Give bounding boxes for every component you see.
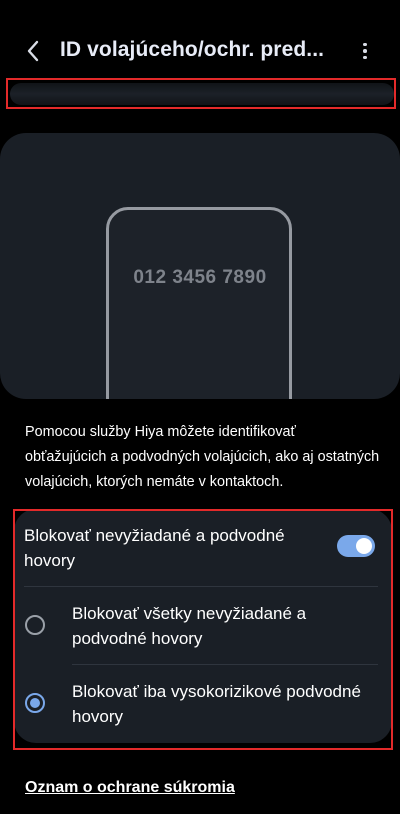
caller-id-preview-card: 012 3456 7890 <box>0 133 400 399</box>
highlight-box-top <box>6 78 396 109</box>
preview-phone-number: 012 3456 7890 <box>133 267 267 288</box>
back-button[interactable] <box>18 36 48 66</box>
more-options-button[interactable] <box>354 38 376 64</box>
highlight-box-bottom <box>13 509 393 750</box>
chevron-left-icon <box>27 40 39 62</box>
phone-illustration <box>106 207 292 399</box>
more-vertical-icon <box>363 42 367 47</box>
description-text: Pomocou služby Hiya môžete identifikovať… <box>25 424 380 490</box>
page-title: ID volajúceho/ochr. pred... <box>60 38 325 61</box>
privacy-notice-link[interactable]: Oznam o ochrane súkromia <box>25 779 235 797</box>
